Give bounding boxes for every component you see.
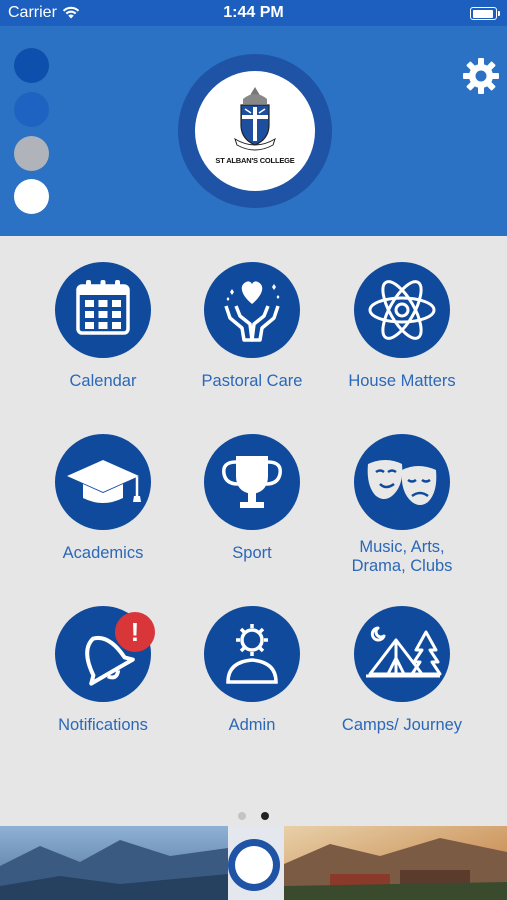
college-name: ST ALBAN'S COLLEGE bbox=[215, 156, 295, 165]
menu-grid: Calendar Pastoral Care House Matters Aca… bbox=[0, 236, 507, 826]
notification-badge: ! bbox=[115, 612, 155, 652]
status-bar: Carrier 1:44 PM bbox=[0, 0, 507, 26]
battery-icon bbox=[470, 7, 500, 20]
banner-logo bbox=[228, 839, 280, 891]
tile-academics[interactable]: Academics bbox=[28, 434, 178, 563]
tile-label-admin: Admin bbox=[228, 716, 276, 734]
color-swatch-3[interactable] bbox=[14, 136, 49, 171]
gear-icon[interactable] bbox=[461, 56, 501, 96]
page-dot-2[interactable] bbox=[260, 812, 269, 820]
tile-music-arts[interactable]: Music, Arts, Drama, Clubs bbox=[327, 434, 477, 576]
header: ST ALBAN'S COLLEGE bbox=[0, 26, 507, 236]
tile-notifications[interactable]: ! Notifications bbox=[28, 606, 178, 735]
tile-house-matters[interactable]: House Matters bbox=[327, 262, 477, 391]
tile-label-camps-journey: Camps/ Journey bbox=[341, 716, 463, 734]
atom-icon bbox=[368, 280, 436, 340]
tile-label-academics: Academics bbox=[62, 544, 144, 562]
color-swatch-4[interactable] bbox=[14, 179, 49, 214]
crest-icon bbox=[234, 87, 276, 151]
page-indicator bbox=[0, 807, 507, 825]
tent-icon bbox=[366, 626, 442, 678]
graduation-cap-icon bbox=[67, 460, 141, 503]
tile-label-music-arts: Music, Arts, Drama, Clubs bbox=[351, 538, 453, 575]
status-time: 1:44 PM bbox=[223, 4, 284, 21]
tile-sport[interactable]: Sport bbox=[177, 434, 327, 563]
color-swatch-2[interactable] bbox=[14, 92, 49, 127]
calendar-icon bbox=[76, 280, 130, 335]
tile-label-sport: Sport bbox=[232, 544, 272, 562]
theatre-masks-icon bbox=[367, 460, 437, 505]
page-dot-1[interactable] bbox=[238, 812, 247, 820]
color-swatch-1[interactable] bbox=[14, 48, 49, 83]
tile-camps-journey[interactable]: Camps/ Journey bbox=[327, 606, 477, 735]
trophy-icon bbox=[222, 456, 282, 508]
college-logo: ST ALBAN'S COLLEGE bbox=[178, 54, 332, 208]
tile-pastoral-care[interactable]: Pastoral Care bbox=[177, 262, 327, 391]
tile-label-calendar: Calendar bbox=[69, 372, 137, 390]
tile-calendar[interactable]: Calendar bbox=[28, 262, 178, 391]
heart-hands-icon bbox=[224, 281, 280, 342]
photo-banner bbox=[0, 826, 507, 900]
tile-label-house-matters: House Matters bbox=[348, 372, 456, 390]
user-gear-icon bbox=[226, 624, 278, 684]
tile-label-notifications: Notifications bbox=[58, 716, 148, 734]
tile-admin[interactable]: Admin bbox=[177, 606, 327, 735]
tile-label-pastoral-care: Pastoral Care bbox=[201, 372, 303, 390]
